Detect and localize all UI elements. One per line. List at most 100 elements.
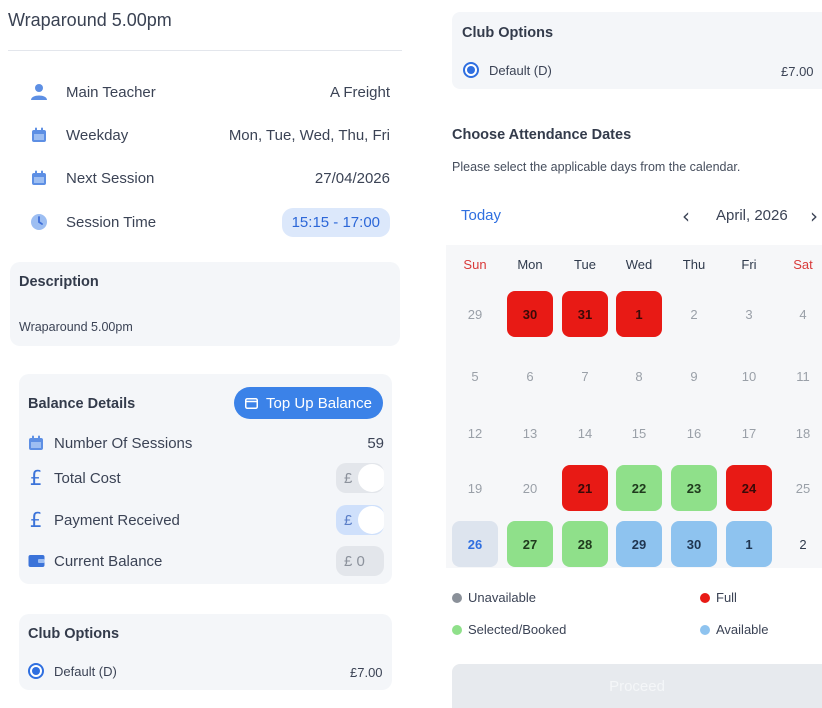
wallet-icon: [245, 397, 259, 409]
detail-label: Next Session: [66, 169, 155, 187]
detail-label: Weekday: [66, 126, 129, 144]
description-text: Wraparound 5.00pm: [19, 320, 133, 334]
attendance-subtitle: Please select the applicable days from t…: [452, 160, 741, 174]
calendar-day[interactable]: 29: [616, 521, 662, 567]
club-option-default[interactable]: Default (D): [28, 663, 117, 679]
weekday-header-fri: Fri: [741, 257, 757, 272]
calendar-day: 11: [796, 368, 810, 384]
weekday-header-sun: Sun: [463, 257, 487, 272]
legend-dot: [700, 592, 710, 603]
club-details-panel: Wraparound 5.00pm Main Teacher A Freight…: [0, 0, 410, 708]
total-cost-value: £: [344, 469, 353, 487]
radio-selected-icon[interactable]: [28, 663, 44, 679]
calendar-day[interactable]: 28: [562, 521, 608, 567]
balance-label: Number Of Sessions: [54, 434, 193, 452]
balance-row-sessions: Number Of Sessions 59: [27, 428, 384, 458]
pound-icon: £: [29, 466, 43, 490]
calendar-day: 8: [635, 368, 643, 384]
calendar-day[interactable]: 30: [507, 291, 553, 337]
page-title: Wraparound 5.00pm: [8, 10, 172, 30]
chevron-left-icon[interactable]: ‹: [682, 204, 690, 228]
calendar-day: 15: [631, 425, 647, 441]
calendar-day: 14: [577, 425, 593, 441]
attendance-title: Choose Attendance Dates: [452, 127, 632, 143]
legend-selected-booked: Selected/Booked: [452, 622, 566, 637]
detail-label: Main Teacher: [66, 83, 156, 101]
balance-row-current-balance: Current Balance £ 0: [27, 546, 384, 576]
month-label: April, 2026: [716, 207, 788, 224]
chevron-right-icon[interactable]: ›: [810, 204, 818, 228]
payment-received-field[interactable]: £: [336, 505, 384, 535]
calendar-day: 7: [581, 368, 589, 384]
total-cost-field[interactable]: £: [336, 463, 384, 493]
calendar-icon: [28, 167, 50, 189]
current-balance-field[interactable]: £ 0: [336, 546, 384, 576]
calendar-grid: Sun Mon Tue Wed Thu Fri Sat 29 30 31 1 2 3 4 5 6 7 8 9 10 11…: [446, 245, 822, 568]
calendar-day[interactable]: 1: [726, 521, 772, 567]
pound-icon: £: [29, 508, 43, 532]
legend-label: Full: [716, 590, 737, 605]
session-time-badge: 15:15 - 17:00: [281, 207, 390, 237]
club-option-label: Default (D): [54, 663, 117, 679]
club-option-price: £7.00: [350, 665, 383, 680]
club-options-card-top: Club Options Default (D) £7.00: [452, 12, 822, 89]
today-button[interactable]: Today: [461, 207, 501, 224]
current-balance-value: £ 0: [344, 552, 365, 570]
calendar-day[interactable]: 1: [616, 291, 662, 337]
legend-full: Full: [700, 590, 737, 605]
club-options-card: Club Options Default (D) £7.00: [19, 614, 392, 690]
legend-dot: [452, 624, 462, 635]
field-overlay: [358, 464, 384, 492]
radio-selected-icon[interactable]: [463, 62, 479, 78]
balance-heading: Balance Details: [28, 396, 136, 412]
legend-unavailable: Unavailable: [452, 590, 536, 605]
calendar-day: 6: [526, 368, 534, 384]
club-option-label: Default (D): [489, 62, 552, 78]
detail-row-main-teacher: Main Teacher A Freight: [28, 77, 390, 107]
calendar-day: 2: [690, 306, 698, 322]
top-up-balance-button[interactable]: Top Up Balance: [234, 387, 383, 419]
calendar-day: 17: [741, 425, 757, 441]
detail-label: Session Time: [66, 213, 157, 231]
legend-available: Available: [700, 622, 769, 637]
calendar-day[interactable]: 31: [562, 291, 608, 337]
calendar-day: 10: [741, 368, 757, 384]
calendar-day[interactable]: 26: [452, 521, 498, 567]
calendar-icon: [27, 435, 45, 451]
number-of-sessions-value: 59: [367, 434, 384, 452]
calendar-day[interactable]: 24: [726, 465, 772, 511]
calendar-day: 4: [799, 306, 807, 322]
weekday-header-mon: Mon: [517, 257, 543, 272]
calendar-day[interactable]: 22: [616, 465, 662, 511]
weekday-header-wed: Wed: [625, 257, 653, 272]
detail-value: A Freight: [329, 83, 390, 101]
calendar-day: 25: [795, 480, 811, 496]
detail-row-weekday: Weekday Mon, Tue, Wed, Thu, Fri: [28, 120, 390, 150]
legend-label: Selected/Booked: [468, 622, 567, 637]
calendar-day: 29: [467, 306, 483, 322]
calendar-day[interactable]: 23: [671, 465, 717, 511]
weekday-header-thu: Thu: [682, 257, 706, 272]
detail-value: Mon, Tue, Wed, Thu, Fri: [228, 126, 390, 144]
club-option-price: £7.00: [781, 64, 814, 79]
calendar-day: 3: [745, 306, 753, 322]
top-up-label: Top Up Balance: [266, 394, 372, 412]
description-card: Description Wraparound 5.00pm: [10, 262, 400, 346]
proceed-button[interactable]: Proceed: [452, 664, 822, 708]
calendar-day[interactable]: 27: [507, 521, 553, 567]
calendar-icon: [28, 124, 50, 146]
calendar-day[interactable]: 30: [671, 521, 717, 567]
description-heading: Description: [19, 274, 99, 290]
calendar-day: 5: [471, 368, 479, 384]
calendar-day: 13: [522, 425, 538, 441]
clock-icon: [28, 211, 50, 233]
calendar-day: 20: [522, 480, 538, 496]
club-option-default[interactable]: Default (D): [463, 62, 552, 78]
balance-label: Payment Received: [54, 511, 180, 529]
balance-label: Current Balance: [54, 552, 163, 570]
detail-row-session-time: Session Time 15:15 - 17:00: [28, 207, 390, 237]
calendar-day: 12: [467, 425, 483, 441]
legend-dot: [452, 592, 462, 603]
calendar-day[interactable]: 21: [562, 465, 608, 511]
calendar-day[interactable]: 2: [780, 521, 822, 567]
